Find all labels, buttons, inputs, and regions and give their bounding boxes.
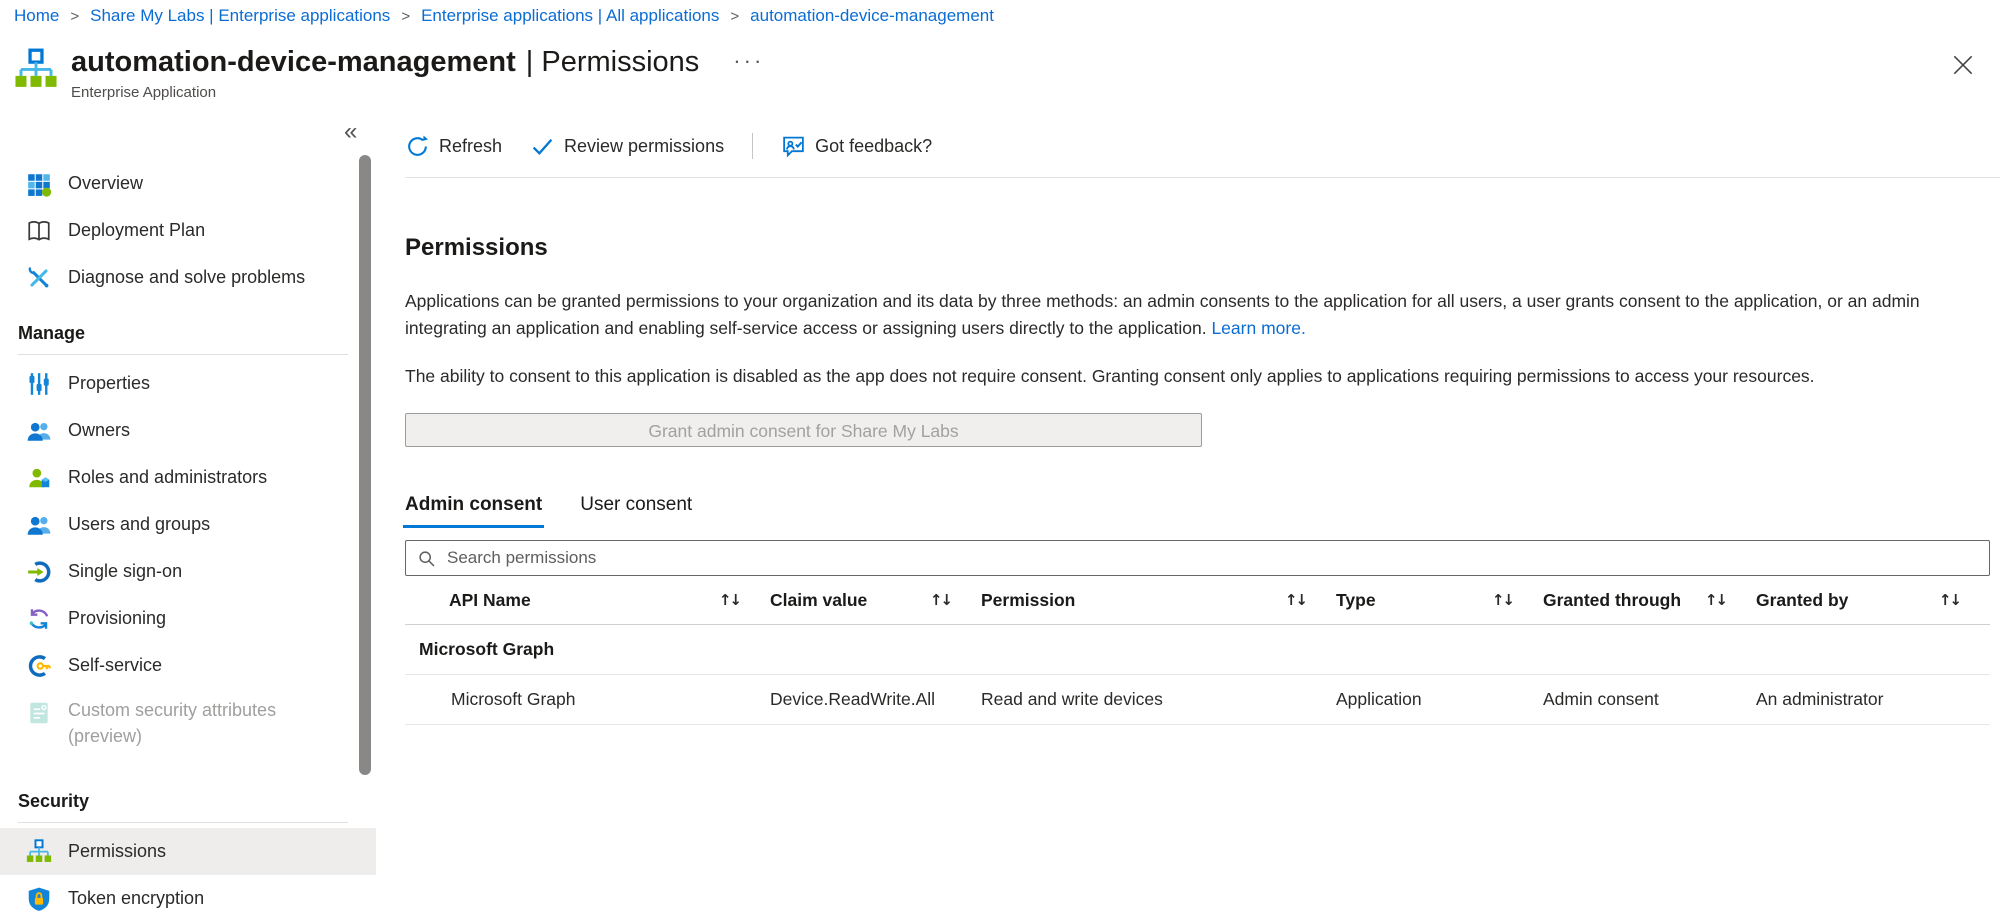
permissions-orgchart-icon xyxy=(26,839,52,865)
sidebar-item-provisioning[interactable]: Provisioning xyxy=(0,595,376,642)
table-header-row: API Name ↑↓ Claim value ↑↓ Permission ↑↓… xyxy=(405,576,1990,625)
review-permissions-button[interactable]: Review permissions xyxy=(530,134,724,159)
sort-icon[interactable]: ↑↓ xyxy=(930,591,951,609)
search-icon xyxy=(416,548,437,569)
breadcrumb: Home > Share My Labs | Enterprise applic… xyxy=(14,6,994,26)
sidebar: Overview Deployment Plan Diagnose and so… xyxy=(0,115,376,915)
key-circle-icon xyxy=(26,653,52,679)
close-icon[interactable] xyxy=(1950,52,1976,78)
person-cube-icon xyxy=(26,465,52,491)
enterprise-app-orgchart-icon xyxy=(14,48,58,92)
sidebar-scrollbar[interactable] xyxy=(359,155,371,775)
sidebar-section-manage: Manage xyxy=(0,301,376,354)
feedback-button[interactable]: Got feedback? xyxy=(781,134,932,159)
breadcrumb-current-app[interactable]: automation-device-management xyxy=(750,6,994,26)
sidebar-item-deployment-plan[interactable]: Deployment Plan xyxy=(0,207,376,254)
sidebar-item-users-groups[interactable]: Users and groups xyxy=(0,501,376,548)
more-commands-ellipsis-icon[interactable]: ··· xyxy=(733,48,764,74)
breadcrumb-all-applications[interactable]: Enterprise applications | All applicatio… xyxy=(421,6,719,26)
shield-lock-icon xyxy=(26,886,52,912)
cell-granted-through: Admin consent xyxy=(1543,675,1756,724)
column-header-granted-through[interactable]: Granted through ↑↓ xyxy=(1543,576,1756,624)
sort-icon[interactable]: ↑↓ xyxy=(1492,591,1513,609)
column-header-type[interactable]: Type ↑↓ xyxy=(1336,576,1543,624)
breadcrumb-enterprise-applications[interactable]: Share My Labs | Enterprise applications xyxy=(90,6,390,26)
sidebar-item-single-sign-on[interactable]: Single sign-on xyxy=(0,548,376,595)
permissions-content: Permissions Applications can be granted … xyxy=(376,234,2000,725)
overview-icon xyxy=(26,171,52,197)
tab-admin-consent[interactable]: Admin consent xyxy=(405,494,542,528)
blade-header: automation-device-management | Permissio… xyxy=(14,38,764,101)
sidebar-item-overview[interactable]: Overview xyxy=(0,160,376,207)
toolbar-divider xyxy=(752,133,753,159)
page-title-section: | Permissions xyxy=(526,46,700,79)
column-header-granted-by[interactable]: Granted by ↑↓ xyxy=(1756,576,1990,624)
sync-arrows-icon xyxy=(26,606,52,632)
main-panel: Refresh Review permissions Got feedback?… xyxy=(376,115,2000,915)
sidebar-section-security: Security xyxy=(0,757,376,822)
people-icon xyxy=(26,512,52,538)
collapse-sidebar-icon[interactable]: « xyxy=(344,120,357,144)
people-icon xyxy=(26,418,52,444)
column-header-claim-value[interactable]: Claim value ↑↓ xyxy=(770,576,981,624)
divider xyxy=(18,822,348,823)
cell-granted-by: An administrator xyxy=(1756,675,1990,724)
sort-icon[interactable]: ↑↓ xyxy=(1939,591,1960,609)
page-subtitle: Enterprise Application xyxy=(71,84,764,101)
cell-api-name: Microsoft Graph xyxy=(405,675,770,724)
refresh-button[interactable]: Refresh xyxy=(405,134,502,159)
checkmark-icon xyxy=(530,134,555,159)
cell-permission: Read and write devices xyxy=(981,675,1336,724)
cell-type: Application xyxy=(1336,675,1543,724)
breadcrumb-home[interactable]: Home xyxy=(14,6,59,26)
attributes-document-icon xyxy=(26,700,52,726)
feedback-person-icon xyxy=(781,134,806,159)
refresh-icon xyxy=(405,134,430,159)
sidebar-item-owners[interactable]: Owners xyxy=(0,407,376,454)
table-group-header: Microsoft Graph xyxy=(405,625,1990,675)
sidebar-item-permissions[interactable]: Permissions xyxy=(0,828,376,875)
cell-claim-value: Device.ReadWrite.All xyxy=(770,675,981,724)
learn-more-link[interactable]: Learn more. xyxy=(1211,318,1305,338)
divider xyxy=(18,354,348,355)
page-title: automation-device-management xyxy=(71,46,516,79)
consent-tabs: Admin consent User consent xyxy=(405,494,1990,528)
sort-icon[interactable]: ↑↓ xyxy=(1705,591,1726,609)
sidebar-item-roles-administrators[interactable]: Roles and administrators xyxy=(0,454,376,501)
search-permissions-box xyxy=(405,540,1990,576)
sidebar-item-properties[interactable]: Properties xyxy=(0,360,376,407)
column-header-permission[interactable]: Permission ↑↓ xyxy=(981,576,1336,624)
breadcrumb-separator: > xyxy=(70,8,79,25)
toolbar: Refresh Review permissions Got feedback? xyxy=(405,115,2000,178)
table-row: Microsoft Graph Device.ReadWrite.All Rea… xyxy=(405,675,1990,725)
intro-paragraph: Applications can be granted permissions … xyxy=(405,288,1990,342)
sidebar-item-self-service[interactable]: Self-service xyxy=(0,642,376,689)
tab-user-consent[interactable]: User consent xyxy=(580,494,692,528)
tools-icon xyxy=(26,265,52,291)
section-heading: Permissions xyxy=(405,234,1990,262)
sidebar-item-custom-security-attributes: Custom security attributes (preview) xyxy=(0,689,376,757)
search-input[interactable] xyxy=(445,547,1979,569)
sidebar-item-diagnose[interactable]: Diagnose and solve problems xyxy=(0,254,376,301)
consent-note: The ability to consent to this applicati… xyxy=(405,363,1990,390)
sliders-icon xyxy=(26,371,52,397)
breadcrumb-separator: > xyxy=(401,8,410,25)
grant-admin-consent-button: Grant admin consent for Share My Labs xyxy=(405,413,1202,447)
book-icon xyxy=(26,218,52,244)
column-header-api-name[interactable]: API Name ↑↓ xyxy=(405,576,770,624)
breadcrumb-separator: > xyxy=(730,8,739,25)
sort-icon[interactable]: ↑↓ xyxy=(1285,591,1306,609)
sort-icon[interactable]: ↑↓ xyxy=(719,591,740,609)
sso-arrow-icon xyxy=(26,559,52,585)
